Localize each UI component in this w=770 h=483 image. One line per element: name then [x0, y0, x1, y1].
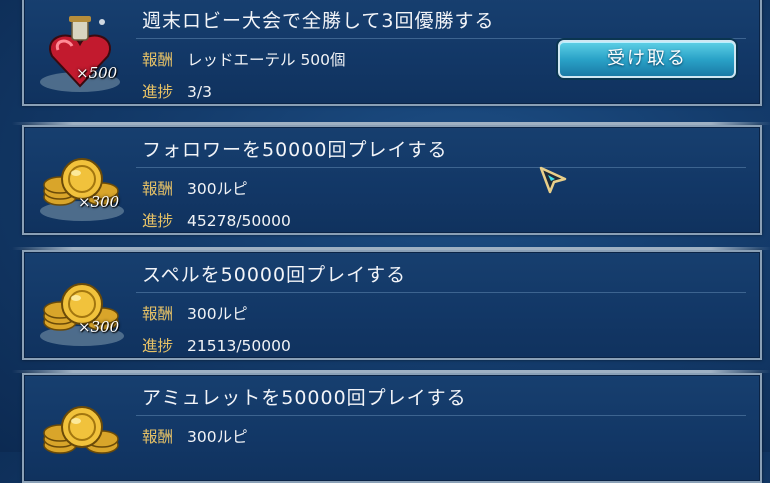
reward-row: 報酬 300ルピ: [142, 302, 248, 324]
progress-label: 進捗: [142, 337, 174, 355]
reward-value: 300ルピ: [187, 305, 248, 323]
divider: [136, 167, 746, 168]
progress-label: 進捗: [142, 83, 174, 101]
reward-quantity: ×500: [76, 64, 118, 82]
mission-title: アミュレットを50000回プレイする: [142, 387, 467, 409]
progress-label: 進捗: [142, 212, 174, 230]
cursor-icon: [539, 166, 567, 194]
reward-row: 報酬 レッドエーテル 500個: [142, 48, 346, 70]
divider: [136, 415, 746, 416]
mission-title: 週末ロビー大会で全勝して3回優勝する: [142, 10, 495, 32]
divider: [136, 292, 746, 293]
progress-row: 進捗 21513/50000: [142, 334, 291, 356]
rupy-coins-icon: [43, 406, 119, 454]
mission-title: スペルを50000回プレイする: [142, 264, 407, 286]
mission-card: アミュレットを50000回プレイする 報酬 300ルピ: [12, 370, 770, 483]
rupy-coins-icon: [40, 158, 124, 221]
reward-label: 報酬: [142, 305, 174, 323]
mission-card: ×300 スペルを50000回プレイする 報酬 300ルピ 進捗 21513/500…: [12, 247, 770, 360]
reward-value: 300ルピ: [187, 428, 248, 446]
reward-row: 報酬 300ルピ: [142, 425, 248, 447]
mission-title: フォロワーを50000回プレイする: [142, 139, 448, 161]
red-ether-icon: [40, 16, 120, 92]
progress-value: 3/3: [187, 83, 212, 101]
claim-button[interactable]: 受け取る: [558, 40, 736, 78]
reward-label: 報酬: [142, 428, 174, 446]
divider: [136, 38, 746, 39]
progress-value: 45278/50000: [187, 212, 291, 230]
mission-card: ×500 週末ロビー大会で全勝して3回優勝する 報酬 レッドエーテル 500個 進…: [22, 0, 762, 106]
rupy-coins-icon: [40, 283, 124, 346]
reward-label: 報酬: [142, 180, 174, 198]
progress-row: 進捗 45278/50000: [142, 209, 291, 231]
reward-label: 報酬: [142, 51, 174, 69]
mission-card: ×300 フォロワーを50000回プレイする 報酬 300ルピ 進捗 45278/5…: [12, 122, 770, 235]
reward-row: 報酬 300ルピ: [142, 177, 248, 199]
reward-value: 300ルピ: [187, 180, 248, 198]
reward-quantity: ×300: [78, 193, 120, 211]
progress-row: 進捗 3/3: [142, 80, 212, 102]
progress-value: 21513/50000: [187, 337, 291, 355]
reward-value: レッドエーテル 500個: [187, 51, 346, 69]
reward-quantity: ×300: [78, 318, 120, 336]
